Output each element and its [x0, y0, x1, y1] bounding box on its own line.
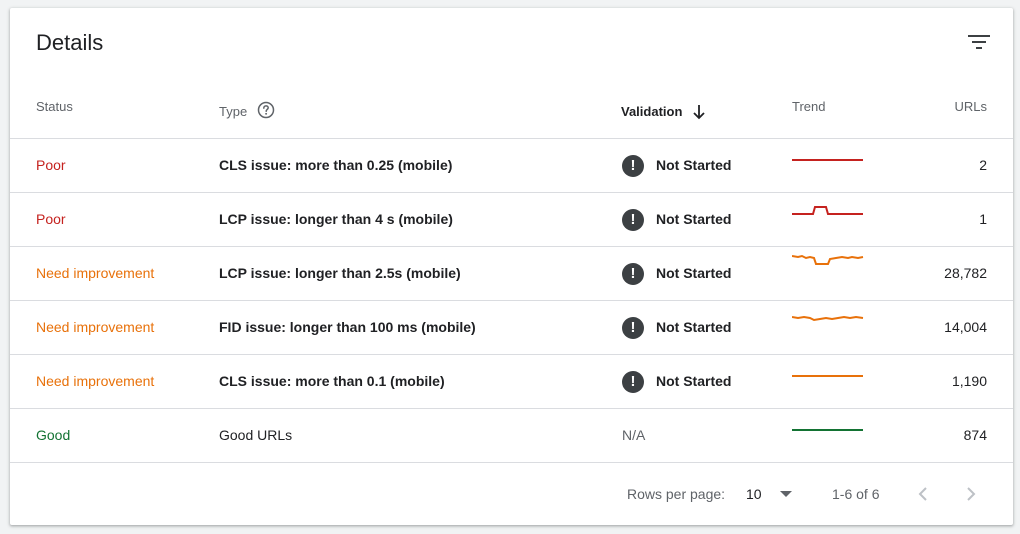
validation-cell: ! Not Started [622, 193, 731, 246]
exclamation-icon: ! [622, 154, 644, 177]
card-title: Details [36, 30, 104, 55]
table-row[interactable]: Need improvement FID issue: longer than … [10, 301, 1013, 355]
filter-icon [968, 35, 990, 49]
trend-sparkline [792, 193, 864, 246]
validation-label: Not Started [656, 319, 732, 335]
validation-label: Not Started [656, 265, 732, 281]
urls-count: 874 [963, 427, 987, 443]
help-icon[interactable] [257, 101, 275, 119]
status-label: Good [36, 427, 71, 443]
table-header: Status Type Validation Trend URLs [10, 85, 1013, 139]
validation-label: Not Started [656, 211, 732, 227]
exclamation-icon: ! [622, 208, 644, 231]
status-label: Poor [36, 157, 66, 173]
validation-cell: ! Not Started [622, 139, 731, 192]
urls-count: 14,004 [944, 319, 987, 335]
next-page-button[interactable] [966, 463, 976, 525]
type-label: Good URLs [219, 427, 293, 443]
table-row[interactable]: Poor LCP issue: longer than 4 s (mobile)… [10, 193, 1013, 247]
chevron-left-icon [918, 487, 927, 501]
header-validation[interactable]: Validation [621, 85, 706, 138]
header-type-label: Type [219, 103, 248, 119]
header-trend: Trend [792, 99, 826, 114]
table-row[interactable]: Need improvement CLS issue: more than 0.… [10, 355, 1013, 409]
rows-per-page-select[interactable]: 10 [746, 463, 792, 525]
table-row[interactable]: Good Good URLs N/A 874 [10, 409, 1013, 463]
header-validation-label: Validation [621, 103, 683, 119]
rows-per-page-value: 10 [746, 486, 762, 502]
trend-sparkline [791, 247, 864, 300]
urls-count: 2 [979, 157, 987, 173]
urls-count: 1 [979, 211, 987, 227]
validation-cell: ! Not Started [622, 247, 731, 300]
pagination-footer: Rows per page: 10 1-6 of 6 [10, 463, 1013, 525]
chevron-right-icon [967, 487, 976, 501]
validation-cell: N/A [622, 409, 645, 462]
trend-sparkline [791, 301, 864, 354]
urls-count: 1,190 [951, 373, 987, 389]
type-label: CLS issue: more than 0.1 (mobile) [219, 373, 445, 389]
validation-label: Not Started [656, 373, 732, 389]
status-label: Need improvement [36, 319, 155, 335]
type-label: FID issue: longer than 100 ms (mobile) [219, 319, 476, 335]
trend-sparkline [792, 139, 864, 192]
exclamation-icon: ! [622, 370, 644, 393]
validation-label: N/A [622, 427, 646, 443]
status-label: Poor [36, 211, 66, 227]
header-type[interactable]: Type [219, 85, 275, 138]
exclamation-icon: ! [622, 316, 644, 339]
previous-page-button[interactable] [918, 463, 928, 525]
urls-count: 28,782 [944, 265, 987, 281]
validation-cell: ! Not Started [622, 301, 731, 354]
caret-down-icon [779, 490, 792, 498]
sort-descending-icon [692, 104, 706, 120]
trend-sparkline [792, 355, 864, 408]
trend-sparkline [792, 409, 864, 462]
status-label: Need improvement [36, 373, 155, 389]
table-body: Poor CLS issue: more than 0.25 (mobile) … [10, 139, 1013, 463]
status-label: Need improvement [36, 265, 155, 281]
table-row[interactable]: Poor CLS issue: more than 0.25 (mobile) … [10, 139, 1013, 193]
filter-button[interactable] [963, 26, 995, 58]
type-label: LCP issue: longer than 4 s (mobile) [219, 211, 453, 227]
exclamation-icon: ! [622, 262, 644, 285]
header-status[interactable]: Status [36, 85, 73, 138]
table-row[interactable]: Need improvement LCP issue: longer than … [10, 247, 1013, 301]
page-range: 1-6 of 6 [832, 486, 880, 502]
details-card: Details Status Type Validation Trend URL… [10, 8, 1013, 525]
type-label: LCP issue: longer than 2.5s (mobile) [219, 265, 461, 281]
validation-cell: ! Not Started [622, 355, 731, 408]
header-urls[interactable]: URLs [954, 85, 987, 138]
rows-per-page-label: Rows per page: [627, 486, 726, 502]
validation-label: Not Started [656, 157, 732, 173]
type-label: CLS issue: more than 0.25 (mobile) [219, 157, 453, 173]
